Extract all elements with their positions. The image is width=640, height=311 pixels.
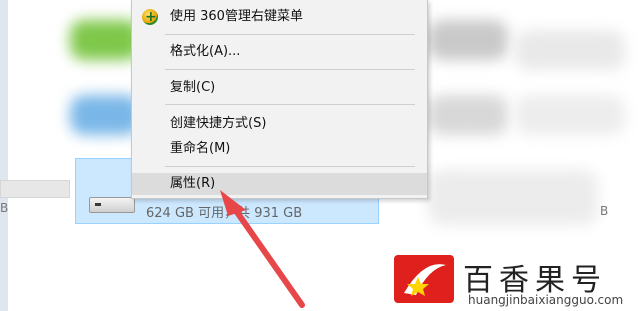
watermark-logo-icon (394, 255, 454, 303)
watermark-url: huangjinbaixiangguo.com (468, 293, 624, 307)
